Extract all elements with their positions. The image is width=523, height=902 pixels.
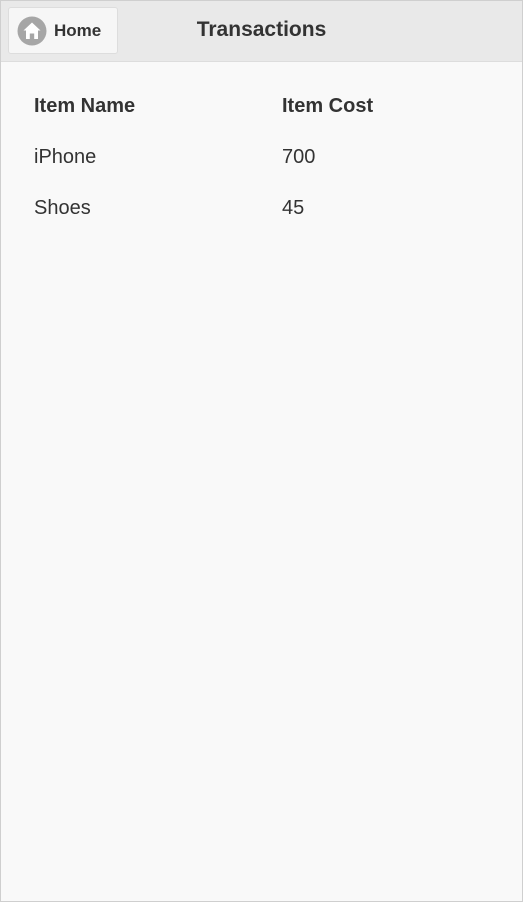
page-title: Transactions (196, 18, 327, 41)
item-name-cell: Shoes (34, 197, 91, 219)
column-header-item-cost: Item Cost (282, 95, 374, 117)
item-name-cell: iPhone (34, 146, 97, 168)
table-row: Shoes 45 (34, 196, 494, 247)
table-header-row: Item Name Item Cost (34, 94, 494, 145)
app-frame: Home Transactions Item Name Item Cost iP… (0, 0, 523, 902)
header-bar: Home Transactions (1, 1, 522, 62)
item-cost-cell: 700 (282, 146, 316, 168)
column-header-item-name: Item Name (34, 95, 136, 117)
transactions-table: Item Name Item Cost iPhone 700 Shoes 45 (34, 94, 494, 247)
item-cost-cell: 45 (282, 197, 305, 219)
table-row: iPhone 700 (34, 145, 494, 196)
